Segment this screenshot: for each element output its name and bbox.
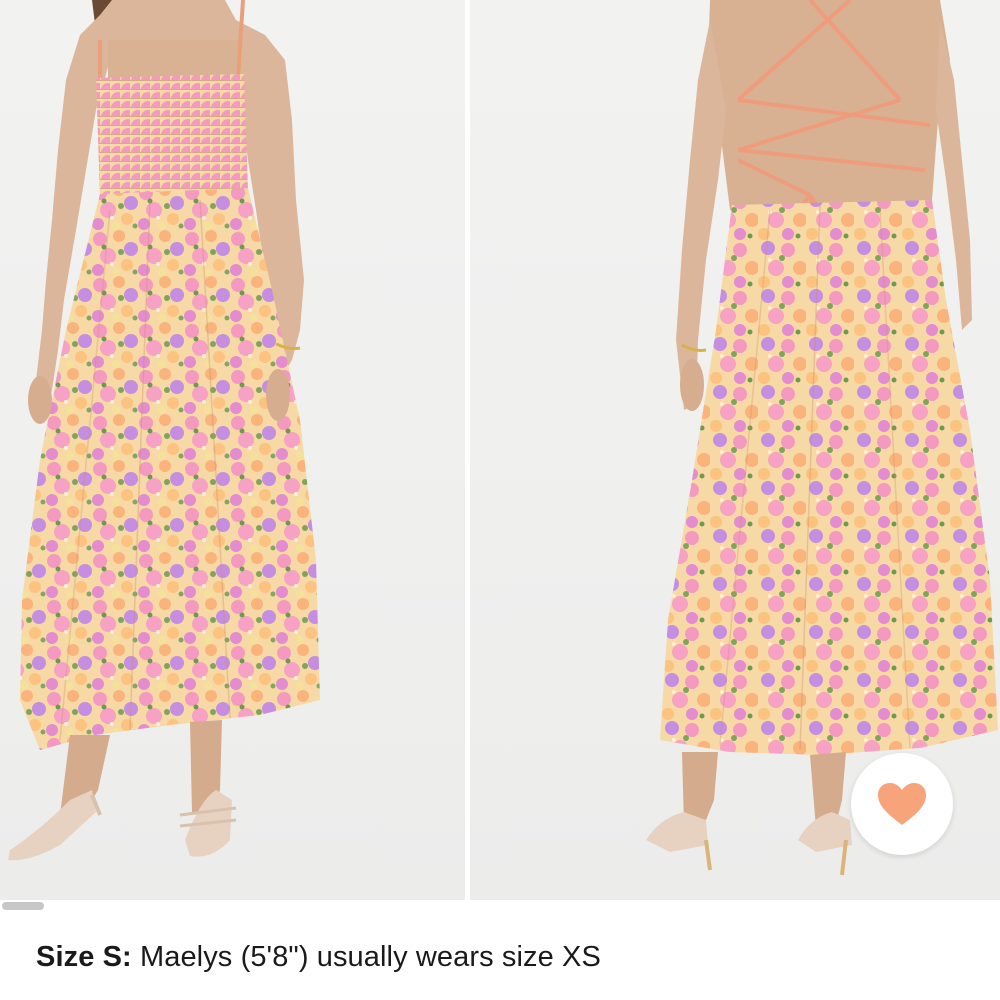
- product-image-gallery[interactable]: [0, 0, 1000, 900]
- gallery-scroll-indicator[interactable]: [2, 902, 44, 910]
- front-view-illustration: [8, 0, 320, 861]
- size-info: Size S: Maelys (5'8") usually wears size…: [36, 941, 601, 974]
- product-page: Size S: Maelys (5'8") usually wears size…: [0, 0, 1000, 1000]
- product-image-front[interactable]: [0, 0, 465, 900]
- size-info-text: Maelys (5'8") usually wears size XS: [131, 941, 601, 973]
- favorite-button[interactable]: [851, 753, 953, 855]
- size-info-label: Size S:: [36, 941, 132, 973]
- heart-icon: [878, 783, 926, 825]
